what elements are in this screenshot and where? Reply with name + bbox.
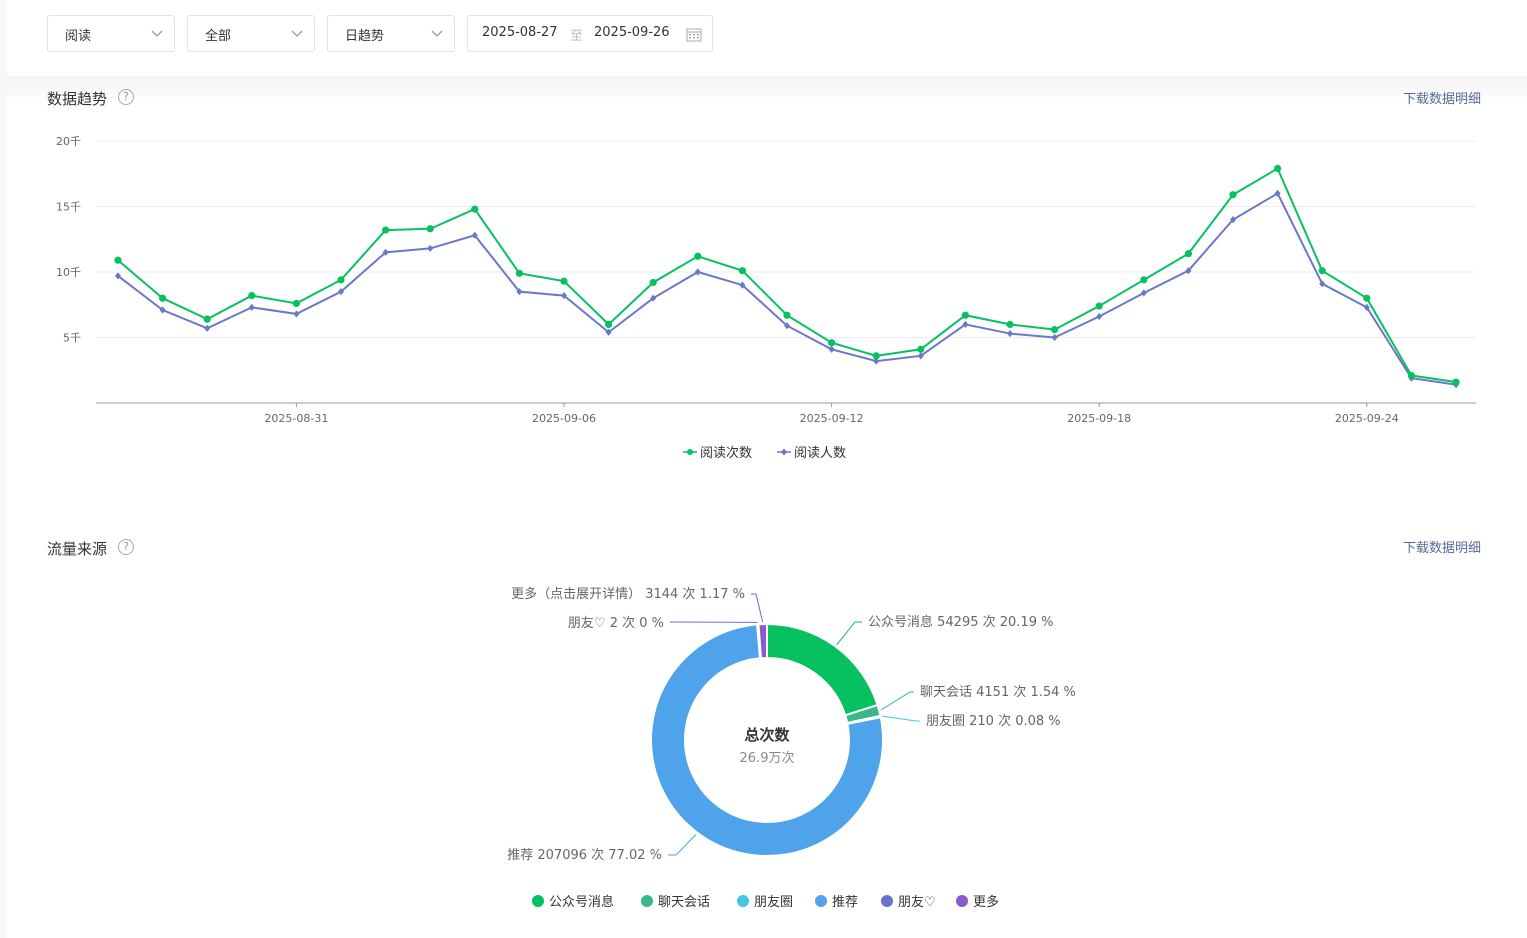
data-point[interactable]	[515, 269, 524, 277]
data-point[interactable]	[292, 299, 300, 308]
legend-item[interactable]: 朋友♡	[881, 891, 936, 910]
legend-label: 公众号消息	[549, 895, 615, 910]
data-point[interactable]	[1051, 326, 1059, 334]
data-point[interactable]	[694, 268, 701, 276]
legend-swatch	[881, 895, 893, 907]
legend-label: 聊天会话	[658, 895, 711, 910]
data-point[interactable]	[427, 244, 434, 253]
x-tick-label: 2025-08-31	[264, 412, 328, 425]
legend-label: 阅读次数	[700, 446, 753, 461]
series-line	[117, 167, 1457, 384]
legend-item[interactable]: 阅读人数	[777, 442, 846, 461]
legend-label: 推荐	[832, 895, 859, 910]
data-point[interactable]	[248, 291, 256, 300]
data-point[interactable]	[248, 303, 255, 311]
data-point[interactable]	[1140, 289, 1147, 297]
x-tick-label: 2025-09-24	[1335, 412, 1399, 425]
source-download-link[interactable]: 下载数据明细	[1403, 537, 1481, 556]
x-tick-label: 2025-09-18	[1067, 412, 1131, 425]
data-point[interactable]	[738, 267, 747, 275]
data-point[interactable]	[560, 277, 568, 285]
x-tick-label: 2025-09-06	[532, 412, 596, 425]
data-point[interactable]	[649, 278, 657, 287]
legend-label: 更多	[973, 895, 1000, 910]
data-point[interactable]	[828, 345, 835, 353]
data-point[interactable]	[203, 315, 211, 323]
legend-label: 朋友♡	[898, 895, 936, 910]
data-point[interactable]	[426, 225, 434, 233]
legend-item[interactable]: 朋友圈	[737, 891, 793, 910]
data-point[interactable]	[605, 320, 613, 328]
data-point[interactable]	[1184, 250, 1192, 258]
legend-label: 朋友圈	[754, 895, 794, 910]
data-point[interactable]	[471, 205, 479, 213]
data-point[interactable]	[382, 226, 390, 234]
data-point[interactable]	[1006, 320, 1014, 328]
data-point[interactable]	[1095, 302, 1103, 310]
data-point[interactable]	[917, 345, 925, 353]
data-point[interactable]	[872, 352, 880, 360]
data-point[interactable]	[114, 256, 122, 264]
data-point[interactable]	[1407, 371, 1415, 380]
legend-swatch	[737, 895, 749, 907]
trend-line-chart: 5千 10千 15千 20千 2025-08-31 2025-09-06 2025-09-1…	[56, 135, 1476, 425]
data-point[interactable]	[1318, 267, 1326, 275]
data-point[interactable]	[1452, 378, 1460, 386]
data-point[interactable]	[1096, 312, 1103, 321]
legend-swatch	[641, 895, 653, 907]
data-point[interactable]	[828, 339, 836, 347]
data-point[interactable]	[783, 311, 791, 319]
data-point[interactable]	[1007, 329, 1013, 338]
y-tick-label: 10千	[56, 266, 81, 279]
legend-item[interactable]: 聊天会话	[641, 891, 710, 910]
data-point[interactable]	[293, 310, 300, 318]
data-point[interactable]	[1140, 276, 1148, 284]
legend-item[interactable]: 公众号消息	[532, 891, 614, 910]
legend-item[interactable]: 更多	[956, 891, 999, 910]
data-point[interactable]	[1363, 294, 1371, 302]
data-point[interactable]	[1274, 164, 1282, 173]
data-point[interactable]	[1051, 333, 1058, 342]
legend-item[interactable]: 推荐	[815, 891, 858, 910]
question-icon[interactable]: ?	[118, 539, 134, 555]
y-tick-label: 15千	[56, 201, 81, 214]
data-point[interactable]	[961, 311, 970, 319]
data-point[interactable]	[694, 252, 702, 260]
data-point[interactable]	[204, 324, 211, 332]
data-point[interactable]	[337, 276, 345, 284]
legend-item[interactable]: 阅读次数	[683, 442, 752, 461]
legend-swatch	[815, 895, 827, 907]
y-tick-label: 5千	[63, 332, 81, 345]
series-line	[117, 191, 1457, 386]
data-point[interactable]	[1229, 191, 1237, 199]
data-point[interactable]	[159, 294, 167, 302]
x-tick-label: 2025-09-12	[800, 412, 864, 425]
y-tick-label: 20千	[56, 135, 81, 148]
source-title: 流量来源	[47, 540, 108, 558]
legend-swatch	[956, 895, 968, 907]
legend-label: 阅读人数	[794, 446, 847, 461]
legend-swatch	[532, 895, 544, 907]
